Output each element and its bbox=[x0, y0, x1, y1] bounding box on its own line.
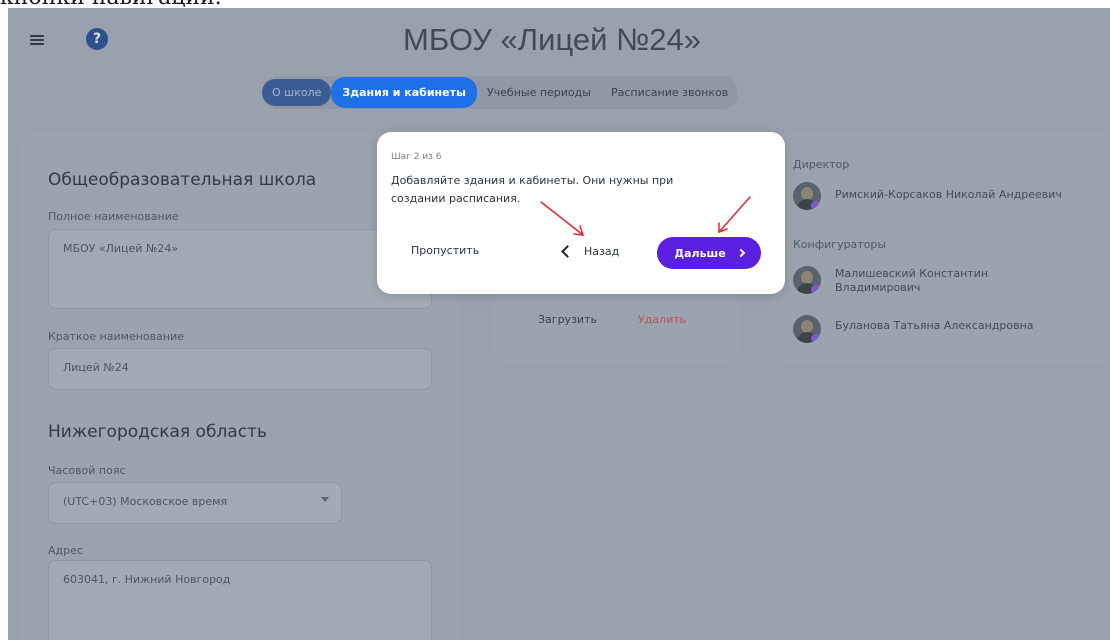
address-label: Адрес bbox=[48, 544, 83, 557]
timezone-label: Часовой пояс bbox=[48, 464, 126, 477]
next-button-label: Дальше bbox=[674, 246, 726, 260]
director-name: Римский-Корсаков Николай Андреевич bbox=[835, 188, 1062, 201]
timezone-select[interactable]: (UTC+03) Московское время bbox=[48, 482, 342, 524]
tour-message-line: Добавляйте здания и кабинеты. Они нужны … bbox=[391, 174, 674, 187]
configurators-label: Конфигураторы bbox=[793, 238, 887, 251]
tab-bell-schedule[interactable]: Расписание звонков bbox=[601, 79, 738, 106]
staff-card: Директор Римский-Корсаков Николай Андрее… bbox=[773, 132, 1110, 364]
address-field[interactable]: 603041, г. Нижний Новгород bbox=[48, 560, 432, 640]
configurator-name: Малишевский Константин Владимирович bbox=[835, 267, 988, 295]
configurator-avatar bbox=[793, 315, 821, 343]
short-name-field[interactable]: Лицей №24 bbox=[48, 348, 432, 390]
tour-message: Добавляйте здания и кабинеты. Они нужны … bbox=[391, 172, 731, 208]
back-button-label: Назад bbox=[584, 244, 620, 258]
tab-bar: О школе Здания и кабинеты Учебные период… bbox=[262, 76, 739, 109]
app-window: ? МБОУ «Лицей №24» О школе Здания и каби… bbox=[0, 8, 1110, 640]
short-name-label: Краткое наименование bbox=[48, 330, 184, 343]
director-label: Директор bbox=[793, 158, 850, 171]
region-heading: Нижегородская область bbox=[48, 422, 267, 442]
next-button[interactable]: Дальше bbox=[657, 237, 761, 269]
page-title: МБОУ «Лицей №24» bbox=[403, 22, 702, 57]
onboarding-tour-popup: Шаг 2 из 6 Добавляйте здания и кабинеты.… bbox=[377, 132, 785, 294]
tour-step-indicator: Шаг 2 из 6 bbox=[391, 152, 442, 162]
full-name-field[interactable]: МБОУ «Лицей №24» bbox=[48, 229, 432, 309]
tab-buildings-rooms[interactable]: Здания и кабинеты bbox=[331, 77, 477, 108]
chevron-down-icon bbox=[321, 497, 329, 502]
full-name-label: Полное наименование bbox=[48, 210, 179, 223]
configurator-name-line: Владимирович bbox=[835, 281, 921, 294]
upload-button[interactable]: Загрузить bbox=[538, 313, 597, 326]
left-border bbox=[0, 8, 8, 640]
tour-message-line: создании расписания. bbox=[391, 192, 521, 205]
configurator-name: Буланова Татьяна Александровна bbox=[835, 319, 1034, 332]
hamburger-menu-icon[interactable] bbox=[30, 35, 44, 45]
skip-tour-button[interactable]: Пропустить bbox=[411, 244, 479, 257]
school-type-heading: Общеобразовательная школа bbox=[48, 170, 317, 190]
director-avatar bbox=[793, 182, 821, 210]
configurator-name-line: Малишевский Константин bbox=[835, 267, 989, 280]
back-button[interactable]: Назад bbox=[561, 241, 619, 261]
chevron-left-icon bbox=[561, 244, 574, 258]
tab-about-school[interactable]: О школе bbox=[262, 79, 332, 106]
chevron-right-icon bbox=[736, 248, 745, 258]
tab-study-periods[interactable]: Учебные периоды bbox=[477, 79, 601, 106]
question-circle-icon[interactable]: ? bbox=[86, 28, 108, 50]
configurator-avatar bbox=[793, 266, 821, 294]
timezone-value: (UTC+03) Московское время bbox=[63, 495, 228, 508]
delete-button[interactable]: Удалить bbox=[638, 313, 686, 326]
